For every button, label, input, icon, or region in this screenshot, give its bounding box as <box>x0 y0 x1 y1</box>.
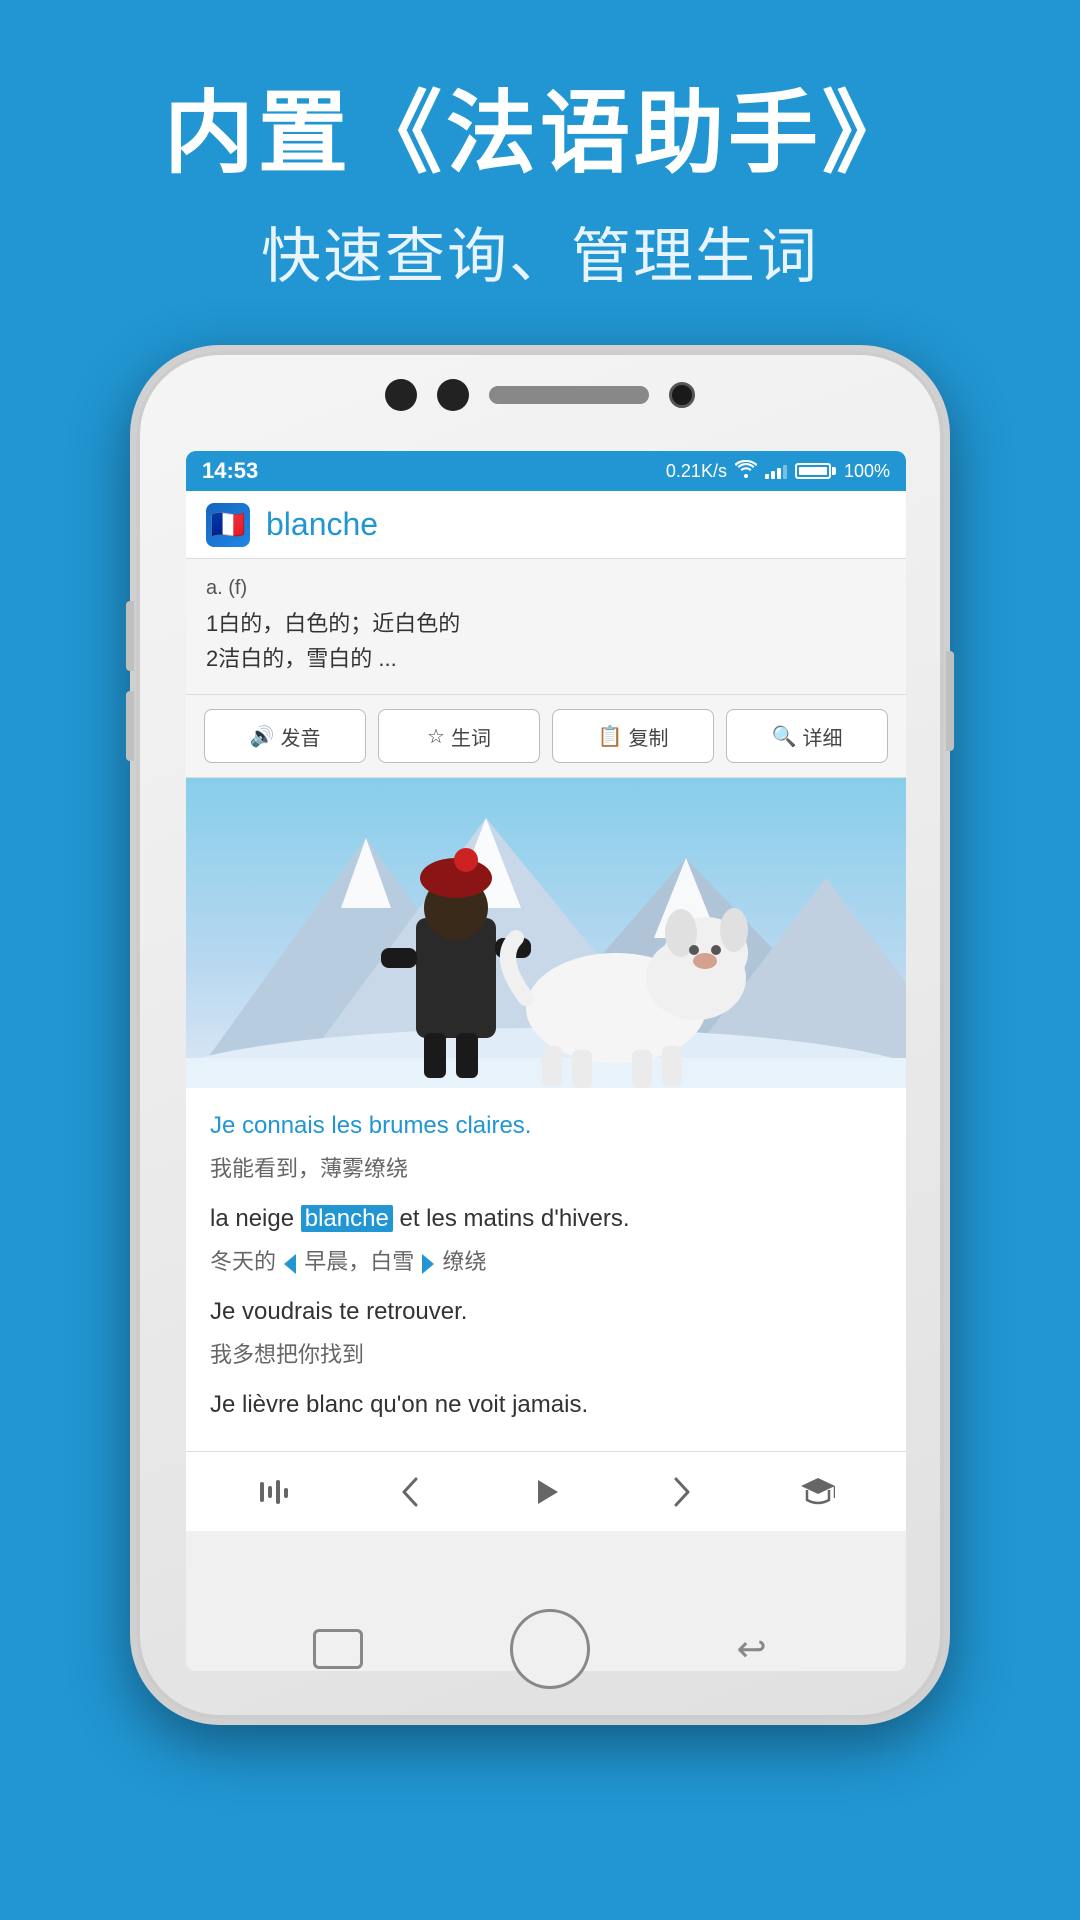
front-camera <box>669 382 695 408</box>
battery-indicator <box>795 463 836 479</box>
sentence-2-before: la neige <box>210 1205 301 1232</box>
network-speed: 0.21K/s <box>666 461 727 482</box>
phone-mockup: 14:53 0.21K/s <box>130 345 950 1725</box>
vocab-label: 生词 <box>451 722 491 751</box>
dictionary-content: a. (f) 1白的，白色的；近白色的 2洁白的，雪白的 ... <box>186 559 906 695</box>
copy-button[interactable]: 📋 复制 <box>552 709 714 763</box>
detail-label: 详细 <box>802 722 842 751</box>
prev-button[interactable] <box>380 1462 440 1522</box>
vocab-button[interactable]: ☆ 生词 <box>378 709 540 763</box>
action-buttons-row: 🔊 发音 ☆ 生词 📋 复制 🔍 详细 <box>186 695 906 778</box>
word-type: a. (f) <box>206 577 886 600</box>
top-section: 内置《法语助手》 快速查询、管理生词 <box>0 0 1080 335</box>
next-button[interactable] <box>652 1462 712 1522</box>
cursor-right-icon <box>422 1254 434 1274</box>
app-icon: 🇫🇷 <box>206 503 250 547</box>
text-content-area: Je connais les brumes claires. 我能看到，薄雾缭绕… <box>186 1088 906 1451</box>
camera-dot-left <box>385 379 417 411</box>
star-icon: ☆ <box>427 724 445 749</box>
main-title: 内置《法语助手》 <box>0 80 1080 188</box>
recents-button[interactable] <box>313 1629 363 1669</box>
french-flag-icon: 🇫🇷 <box>211 508 246 541</box>
equalizer-icon <box>258 1478 290 1506</box>
pronounce-label: 发音 <box>280 722 320 751</box>
sentence-3-fr: Je voudrais te retrouver. <box>210 1294 882 1330</box>
volume-down-button[interactable] <box>126 691 134 761</box>
sentence-1-cn: 我能看到，薄雾缭绕 <box>210 1152 882 1185</box>
status-right: 0.21K/s <box>666 460 890 483</box>
chevron-left-icon <box>398 1477 422 1507</box>
power-button[interactable] <box>946 651 954 751</box>
sentence-2-after: et les matins d'hivers. <box>393 1205 630 1232</box>
wifi-icon <box>735 460 757 483</box>
sentence-4-fr: Je lièvre blanc qu'on ne voit jamais. <box>210 1387 882 1423</box>
sentence-2-fr: la neige blanche et les matins d'hivers. <box>210 1201 882 1237</box>
volume-up-button[interactable] <box>126 601 134 671</box>
play-icon <box>530 1476 562 1508</box>
phone-screen: 14:53 0.21K/s <box>186 451 906 1671</box>
detail-button[interactable]: 🔍 详细 <box>726 709 888 763</box>
speaker-icon: 🔊 <box>250 724 275 749</box>
search-word: blanche <box>266 506 378 543</box>
status-time: 14:53 <box>202 458 258 484</box>
search-icon: 🔍 <box>772 724 797 749</box>
speaker-grille <box>489 386 649 404</box>
illustration-image <box>186 778 906 1088</box>
sentence-3-cn: 我多想把你找到 <box>210 1338 882 1371</box>
battery-percent: 100% <box>844 461 890 482</box>
phone-shell: 14:53 0.21K/s <box>130 345 950 1725</box>
study-button[interactable] <box>788 1462 848 1522</box>
pronounce-button[interactable]: 🔊 发音 <box>204 709 366 763</box>
copy-label: 复制 <box>628 722 668 751</box>
graduation-icon <box>801 1476 835 1508</box>
home-button[interactable] <box>510 1609 590 1689</box>
play-button[interactable] <box>516 1462 576 1522</box>
phone-top-bar <box>330 379 750 411</box>
status-bar: 14:53 0.21K/s <box>186 451 906 491</box>
back-button[interactable]: ↩ <box>737 1628 767 1670</box>
cursor-left-icon <box>284 1254 296 1274</box>
signal-icon <box>765 463 787 479</box>
sentence-2-cn: 冬天的 早晨，白雪 缭绕 <box>210 1245 882 1278</box>
copy-icon: 📋 <box>598 724 623 749</box>
chevron-right-icon <box>670 1477 694 1507</box>
snow-scene-svg <box>186 778 906 1088</box>
highlighted-word: blanche <box>301 1205 393 1232</box>
app-header: 🇫🇷 blanche <box>186 491 906 559</box>
definition-1: 1白的，白色的；近白色的 2洁白的，雪白的 ... <box>206 606 886 676</box>
bottom-navigation <box>186 1451 906 1531</box>
sub-title: 快速查询、管理生词 <box>0 208 1080 295</box>
equalizer-button[interactable] <box>244 1462 304 1522</box>
camera-dot-right <box>437 379 469 411</box>
phone-system-nav: ↩ <box>240 1609 840 1689</box>
sentence-1-fr: Je connais les brumes claires. <box>210 1108 882 1144</box>
